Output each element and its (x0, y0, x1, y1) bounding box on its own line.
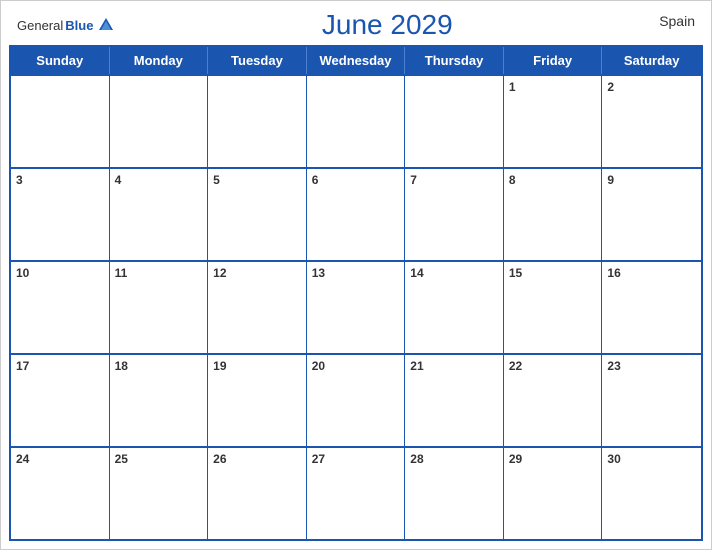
day-header-monday: Monday (110, 47, 209, 74)
day-header-saturday: Saturday (602, 47, 701, 74)
day-cell: 11 (110, 262, 209, 353)
day-number: 10 (16, 266, 104, 280)
day-number: 22 (509, 359, 597, 373)
day-number: 12 (213, 266, 301, 280)
week-row-3: 17 18 19 20 21 22 23 (11, 353, 701, 446)
day-cell: 30 (602, 448, 701, 539)
day-cell: 5 (208, 169, 307, 260)
day-number: 27 (312, 452, 400, 466)
calendar-title: June 2029 (115, 9, 659, 41)
day-number: 8 (509, 173, 597, 187)
day-cell: 20 (307, 355, 406, 446)
day-header-friday: Friday (504, 47, 603, 74)
day-number: 3 (16, 173, 104, 187)
day-headers-row: SundayMondayTuesdayWednesdayThursdayFrid… (11, 47, 701, 74)
day-number: 25 (115, 452, 203, 466)
day-number: 24 (16, 452, 104, 466)
day-number: 13 (312, 266, 400, 280)
day-cell: 10 (11, 262, 110, 353)
day-number: 16 (607, 266, 696, 280)
day-cell: 4 (110, 169, 209, 260)
day-cell: 3 (11, 169, 110, 260)
week-row-0: 12 (11, 74, 701, 167)
day-cell: 16 (602, 262, 701, 353)
day-number: 7 (410, 173, 498, 187)
day-cell: 6 (307, 169, 406, 260)
day-cell: 24 (11, 448, 110, 539)
day-cell: 8 (504, 169, 603, 260)
logo-general-text: General (17, 18, 63, 33)
week-row-1: 3456789 (11, 167, 701, 260)
country-label: Spain (659, 9, 695, 29)
day-cell: 2 (602, 76, 701, 167)
day-cell: 1 (504, 76, 603, 167)
day-number: 17 (16, 359, 104, 373)
day-cell: 9 (602, 169, 701, 260)
day-number: 6 (312, 173, 400, 187)
day-header-thursday: Thursday (405, 47, 504, 74)
day-cell: 23 (602, 355, 701, 446)
day-cell (405, 76, 504, 167)
day-number: 28 (410, 452, 498, 466)
day-number: 15 (509, 266, 597, 280)
day-cell (11, 76, 110, 167)
day-header-sunday: Sunday (11, 47, 110, 74)
day-cell: 26 (208, 448, 307, 539)
day-number: 29 (509, 452, 597, 466)
day-header-wednesday: Wednesday (307, 47, 406, 74)
logo-area: General Blue (17, 16, 115, 34)
day-cell (110, 76, 209, 167)
day-number: 20 (312, 359, 400, 373)
day-cell: 19 (208, 355, 307, 446)
day-cell: 18 (110, 355, 209, 446)
calendar-page: General Blue June 2029 Spain SundayMonda… (0, 0, 712, 550)
day-number: 30 (607, 452, 696, 466)
logo-blue-text: Blue (65, 18, 93, 33)
day-number: 18 (115, 359, 203, 373)
day-cell: 7 (405, 169, 504, 260)
header: General Blue June 2029 Spain (1, 1, 711, 45)
day-cell: 13 (307, 262, 406, 353)
week-row-2: 10 11 12 13 14 15 16 (11, 260, 701, 353)
day-number: 2 (607, 80, 696, 94)
day-cell: 27 (307, 448, 406, 539)
day-number: 21 (410, 359, 498, 373)
day-cell (307, 76, 406, 167)
day-cell: 15 (504, 262, 603, 353)
day-number: 19 (213, 359, 301, 373)
day-number: 11 (115, 266, 203, 280)
day-number: 26 (213, 452, 301, 466)
day-cell: 29 (504, 448, 603, 539)
day-cell: 14 (405, 262, 504, 353)
day-cell: 28 (405, 448, 504, 539)
day-number: 23 (607, 359, 696, 373)
day-number: 5 (213, 173, 301, 187)
logo-text: General Blue (17, 16, 115, 34)
calendar-grid: SundayMondayTuesdayWednesdayThursdayFrid… (9, 45, 703, 541)
day-number: 1 (509, 80, 597, 94)
calendar-body: 1234567891011121314151617181920212223242… (11, 74, 701, 539)
day-number: 9 (607, 173, 696, 187)
day-cell (208, 76, 307, 167)
day-cell: 21 (405, 355, 504, 446)
day-cell: 12 (208, 262, 307, 353)
day-cell: 17 (11, 355, 110, 446)
day-cell: 25 (110, 448, 209, 539)
day-cell: 22 (504, 355, 603, 446)
day-number: 14 (410, 266, 498, 280)
logo-icon (97, 16, 115, 34)
day-header-tuesday: Tuesday (208, 47, 307, 74)
week-row-4: 24 25 26 27 28 29 30 (11, 446, 701, 539)
day-number: 4 (115, 173, 203, 187)
